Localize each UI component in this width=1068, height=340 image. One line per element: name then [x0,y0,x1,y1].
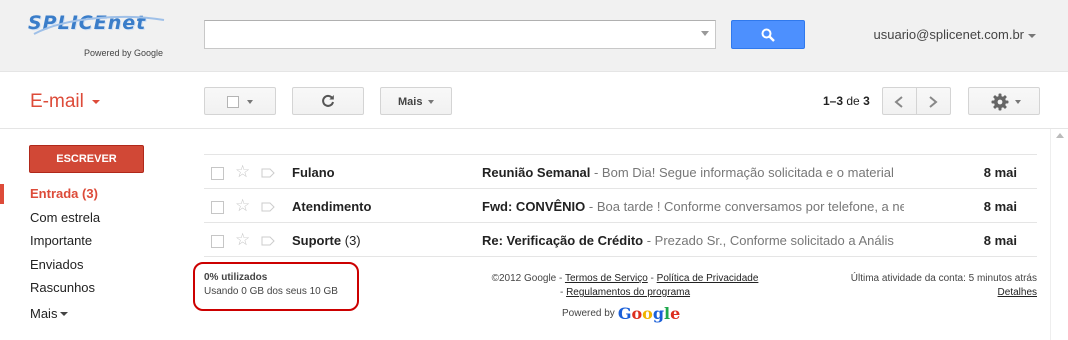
search-options-caret-icon[interactable] [701,31,709,36]
star-icon[interactable]: ☆ [235,197,250,214]
pager-range: 1–3 [823,94,844,108]
select-all-button[interactable] [204,87,276,115]
terms-link[interactable]: Termos de Serviço [565,273,648,284]
sidebar-item-more[interactable]: Mais [0,302,180,326]
row-checkbox[interactable] [211,235,224,248]
sidebar-item-sent[interactable]: Enviados [0,253,180,277]
importance-marker-icon[interactable] [261,236,275,246]
search-field[interactable] [204,20,716,49]
storage-usage: 0% utilizados Usando 0 GB dos seus 10 GB [193,262,359,311]
row-checkbox[interactable] [211,167,224,180]
logo-swoosh-icon [33,15,165,35]
message-sender: Suporte (3) [292,233,361,248]
chevron-left-icon [894,96,903,108]
account-email: usuario@splicenet.com.br [873,27,1024,42]
importance-marker-icon[interactable] [261,168,275,178]
scroll-up-arrow-icon[interactable] [1056,133,1064,138]
select-checkbox[interactable] [227,96,239,108]
message-row[interactable]: ☆ Fulano Reunião Semanal - Bom Dia! Segu… [204,155,1037,189]
sidebar-item-drafts[interactable]: Rascunhos [0,276,180,300]
older-button[interactable] [916,87,951,115]
copyright: ©2012 Google - [491,273,565,284]
message-subject: Re: Verificação de Crédito - Prezado Sr.… [482,233,894,248]
chevron-right-icon [929,96,938,108]
powered-by-google: Powered by Google [562,304,680,323]
app-switcher[interactable]: E-mail [30,91,100,113]
message-date: 8 mai [983,199,1017,214]
separator: - [647,273,657,284]
star-icon[interactable]: ☆ [235,163,250,180]
settings-button[interactable] [968,87,1040,115]
search-input[interactable] [205,21,685,48]
toolbar-divider [0,128,1068,129]
sidebar-more-label: Mais [30,305,58,321]
storage-detail: Usando 0 GB dos seus 10 GB [204,286,338,297]
search-button[interactable] [731,20,805,49]
footer-legal: ©2012 Google - Termos de Serviço - Polít… [490,272,760,300]
chevron-down-icon [428,100,434,104]
chevron-down-icon [1028,33,1036,38]
newer-button[interactable] [882,87,917,115]
message-row[interactable]: ☆ Atendimento Fwd: CONVÊNIO - Boa tarde … [204,189,1037,223]
account-menu[interactable]: usuario@splicenet.com.br [874,27,1036,42]
sidebar-item-inbox[interactable]: Entrada (3) [0,182,180,206]
storage-percent: 0% utilizados [204,272,268,283]
message-date: 8 mai [983,233,1017,248]
search-icon [761,28,775,42]
powered-by-label: Powered by [562,308,615,319]
more-actions-label: Mais [398,96,423,108]
logo-powered-by: Powered by Google [84,48,164,58]
splicenet-logo[interactable]: SPLICEnet Powered by Google [28,12,178,62]
account-activity: Última atividade da conta: 5 minutos atr… [851,272,1037,300]
pagination-info: 1–3 de 3 [823,94,870,108]
last-activity: Última atividade da conta: 5 minutos atr… [850,273,1037,284]
compose-button[interactable]: ESCREVER [29,145,144,173]
message-list: ☆ Fulano Reunião Semanal - Bom Dia! Segu… [204,155,1037,257]
pager-of: de [846,94,860,108]
gmail-window: SPLICEnet Powered by Google usuario@spli… [0,0,1068,340]
pager-total: 3 [863,94,870,108]
gear-icon [991,93,1009,111]
more-actions-button[interactable]: Mais [380,87,452,115]
refresh-button[interactable] [292,87,364,115]
sidebar-item-important[interactable]: Importante [0,229,180,253]
importance-marker-icon[interactable] [261,202,275,212]
app-title: E-mail [30,91,84,112]
chevron-down-icon [60,312,69,317]
message-row[interactable]: ☆ Suporte (3) Re: Verificação de Crédito… [204,223,1037,257]
sidebar-nav: Entrada (3) Com estrela Importante Envia… [0,182,180,325]
scrollbar[interactable] [1050,129,1068,340]
row-checkbox[interactable] [211,201,224,214]
details-link[interactable]: Detalhes [998,287,1037,298]
refresh-icon [322,94,334,107]
chevron-down-icon [1015,100,1021,104]
sidebar-item-starred[interactable]: Com estrela [0,206,180,230]
star-icon[interactable]: ☆ [235,231,250,248]
message-date: 8 mai [983,165,1017,180]
top-bar: SPLICEnet Powered by Google usuario@spli… [0,0,1068,72]
message-subject: Fwd: CONVÊNIO - Boa tarde ! Conforme con… [482,199,904,214]
chevron-down-icon [247,100,253,104]
chevron-down-icon [91,99,100,104]
message-sender: Fulano [292,165,335,180]
google-logo: Google [617,304,681,323]
message-subject: Reunião Semanal - Bom Dia! Segue informa… [482,165,894,180]
message-sender: Atendimento [292,199,372,214]
privacy-link[interactable]: Política de Privacidade [657,273,759,284]
program-rules-link[interactable]: Regulamentos do programa [566,287,690,298]
